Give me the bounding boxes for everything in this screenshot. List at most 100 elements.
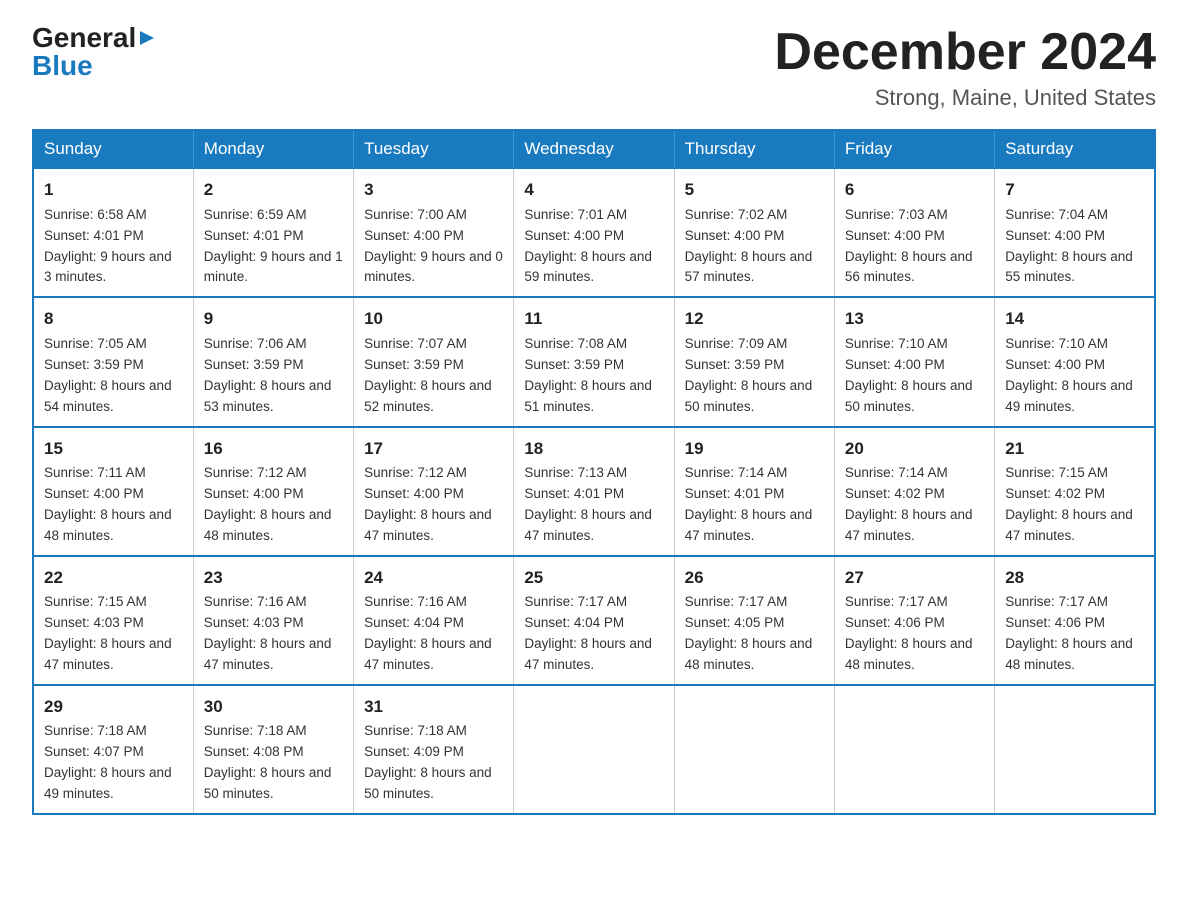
empty-cell: [674, 685, 834, 814]
day-info: Sunrise: 7:03 AMSunset: 4:00 PMDaylight:…: [845, 205, 984, 289]
day-info: Sunrise: 7:16 AMSunset: 4:04 PMDaylight:…: [364, 592, 503, 676]
calendar-week-row: 15Sunrise: 7:11 AMSunset: 4:00 PMDayligh…: [33, 427, 1155, 556]
day-number: 31: [364, 694, 503, 720]
calendar-day-cell: 30Sunrise: 7:18 AMSunset: 4:08 PMDayligh…: [193, 685, 353, 814]
page-header: General Blue December 2024 Strong, Maine…: [32, 24, 1156, 111]
weekday-header-wednesday: Wednesday: [514, 130, 674, 168]
logo-blue-text: Blue: [32, 52, 93, 80]
calendar-day-cell: 17Sunrise: 7:12 AMSunset: 4:00 PMDayligh…: [354, 427, 514, 556]
calendar-day-cell: 18Sunrise: 7:13 AMSunset: 4:01 PMDayligh…: [514, 427, 674, 556]
day-info: Sunrise: 7:18 AMSunset: 4:08 PMDaylight:…: [204, 721, 343, 805]
calendar-day-cell: 8Sunrise: 7:05 AMSunset: 3:59 PMDaylight…: [33, 297, 193, 426]
day-info: Sunrise: 7:13 AMSunset: 4:01 PMDaylight:…: [524, 463, 663, 547]
day-number: 20: [845, 436, 984, 462]
day-number: 3: [364, 177, 503, 203]
day-info: Sunrise: 7:10 AMSunset: 4:00 PMDaylight:…: [845, 334, 984, 418]
day-info: Sunrise: 6:58 AMSunset: 4:01 PMDaylight:…: [44, 205, 183, 289]
day-number: 30: [204, 694, 343, 720]
title-block: December 2024 Strong, Maine, United Stat…: [774, 24, 1156, 111]
day-number: 12: [685, 306, 824, 332]
empty-cell: [995, 685, 1155, 814]
day-info: Sunrise: 7:14 AMSunset: 4:01 PMDaylight:…: [685, 463, 824, 547]
day-number: 18: [524, 436, 663, 462]
day-number: 21: [1005, 436, 1144, 462]
calendar-day-cell: 14Sunrise: 7:10 AMSunset: 4:00 PMDayligh…: [995, 297, 1155, 426]
day-info: Sunrise: 7:10 AMSunset: 4:00 PMDaylight:…: [1005, 334, 1144, 418]
calendar-day-cell: 4Sunrise: 7:01 AMSunset: 4:00 PMDaylight…: [514, 168, 674, 297]
weekday-header-monday: Monday: [193, 130, 353, 168]
calendar-day-cell: 2Sunrise: 6:59 AMSunset: 4:01 PMDaylight…: [193, 168, 353, 297]
calendar-day-cell: 11Sunrise: 7:08 AMSunset: 3:59 PMDayligh…: [514, 297, 674, 426]
calendar-day-cell: 1Sunrise: 6:58 AMSunset: 4:01 PMDaylight…: [33, 168, 193, 297]
day-info: Sunrise: 7:16 AMSunset: 4:03 PMDaylight:…: [204, 592, 343, 676]
day-info: Sunrise: 7:12 AMSunset: 4:00 PMDaylight:…: [364, 463, 503, 547]
day-info: Sunrise: 7:17 AMSunset: 4:04 PMDaylight:…: [524, 592, 663, 676]
calendar-day-cell: 29Sunrise: 7:18 AMSunset: 4:07 PMDayligh…: [33, 685, 193, 814]
day-number: 2: [204, 177, 343, 203]
day-number: 10: [364, 306, 503, 332]
empty-cell: [514, 685, 674, 814]
day-number: 1: [44, 177, 183, 203]
calendar-day-cell: 25Sunrise: 7:17 AMSunset: 4:04 PMDayligh…: [514, 556, 674, 685]
calendar-day-cell: 22Sunrise: 7:15 AMSunset: 4:03 PMDayligh…: [33, 556, 193, 685]
day-number: 8: [44, 306, 183, 332]
calendar-day-cell: 19Sunrise: 7:14 AMSunset: 4:01 PMDayligh…: [674, 427, 834, 556]
day-number: 23: [204, 565, 343, 591]
day-number: 17: [364, 436, 503, 462]
calendar-day-cell: 21Sunrise: 7:15 AMSunset: 4:02 PMDayligh…: [995, 427, 1155, 556]
day-info: Sunrise: 7:00 AMSunset: 4:00 PMDaylight:…: [364, 205, 503, 289]
calendar-day-cell: 13Sunrise: 7:10 AMSunset: 4:00 PMDayligh…: [834, 297, 994, 426]
empty-cell: [834, 685, 994, 814]
day-info: Sunrise: 7:15 AMSunset: 4:03 PMDaylight:…: [44, 592, 183, 676]
day-info: Sunrise: 7:15 AMSunset: 4:02 PMDaylight:…: [1005, 463, 1144, 547]
calendar-day-cell: 3Sunrise: 7:00 AMSunset: 4:00 PMDaylight…: [354, 168, 514, 297]
day-info: Sunrise: 7:07 AMSunset: 3:59 PMDaylight:…: [364, 334, 503, 418]
weekday-header-friday: Friday: [834, 130, 994, 168]
day-number: 4: [524, 177, 663, 203]
calendar-day-cell: 31Sunrise: 7:18 AMSunset: 4:09 PMDayligh…: [354, 685, 514, 814]
calendar-day-cell: 24Sunrise: 7:16 AMSunset: 4:04 PMDayligh…: [354, 556, 514, 685]
day-number: 28: [1005, 565, 1144, 591]
calendar-day-cell: 27Sunrise: 7:17 AMSunset: 4:06 PMDayligh…: [834, 556, 994, 685]
calendar-week-row: 1Sunrise: 6:58 AMSunset: 4:01 PMDaylight…: [33, 168, 1155, 297]
day-number: 15: [44, 436, 183, 462]
day-info: Sunrise: 7:17 AMSunset: 4:06 PMDaylight:…: [1005, 592, 1144, 676]
day-info: Sunrise: 7:09 AMSunset: 3:59 PMDaylight:…: [685, 334, 824, 418]
calendar-week-row: 29Sunrise: 7:18 AMSunset: 4:07 PMDayligh…: [33, 685, 1155, 814]
day-info: Sunrise: 7:05 AMSunset: 3:59 PMDaylight:…: [44, 334, 183, 418]
day-number: 9: [204, 306, 343, 332]
day-info: Sunrise: 7:02 AMSunset: 4:00 PMDaylight:…: [685, 205, 824, 289]
day-number: 24: [364, 565, 503, 591]
calendar-week-row: 22Sunrise: 7:15 AMSunset: 4:03 PMDayligh…: [33, 556, 1155, 685]
logo: General Blue: [32, 24, 158, 80]
calendar-day-cell: 5Sunrise: 7:02 AMSunset: 4:00 PMDaylight…: [674, 168, 834, 297]
day-number: 27: [845, 565, 984, 591]
day-number: 19: [685, 436, 824, 462]
weekday-header-tuesday: Tuesday: [354, 130, 514, 168]
calendar-day-cell: 26Sunrise: 7:17 AMSunset: 4:05 PMDayligh…: [674, 556, 834, 685]
logo-arrow-icon: [136, 27, 158, 49]
day-info: Sunrise: 7:01 AMSunset: 4:00 PMDaylight:…: [524, 205, 663, 289]
day-info: Sunrise: 7:14 AMSunset: 4:02 PMDaylight:…: [845, 463, 984, 547]
calendar-week-row: 8Sunrise: 7:05 AMSunset: 3:59 PMDaylight…: [33, 297, 1155, 426]
day-info: Sunrise: 7:06 AMSunset: 3:59 PMDaylight:…: [204, 334, 343, 418]
weekday-header-row: SundayMondayTuesdayWednesdayThursdayFrid…: [33, 130, 1155, 168]
calendar-day-cell: 12Sunrise: 7:09 AMSunset: 3:59 PMDayligh…: [674, 297, 834, 426]
calendar-table: SundayMondayTuesdayWednesdayThursdayFrid…: [32, 129, 1156, 815]
logo-general-text: General: [32, 24, 136, 52]
calendar-day-cell: 7Sunrise: 7:04 AMSunset: 4:00 PMDaylight…: [995, 168, 1155, 297]
day-number: 7: [1005, 177, 1144, 203]
day-info: Sunrise: 7:08 AMSunset: 3:59 PMDaylight:…: [524, 334, 663, 418]
day-number: 13: [845, 306, 984, 332]
weekday-header-thursday: Thursday: [674, 130, 834, 168]
calendar-day-cell: 15Sunrise: 7:11 AMSunset: 4:00 PMDayligh…: [33, 427, 193, 556]
day-info: Sunrise: 7:17 AMSunset: 4:06 PMDaylight:…: [845, 592, 984, 676]
weekday-header-saturday: Saturday: [995, 130, 1155, 168]
calendar-day-cell: 20Sunrise: 7:14 AMSunset: 4:02 PMDayligh…: [834, 427, 994, 556]
day-info: Sunrise: 6:59 AMSunset: 4:01 PMDaylight:…: [204, 205, 343, 289]
day-number: 14: [1005, 306, 1144, 332]
day-info: Sunrise: 7:11 AMSunset: 4:00 PMDaylight:…: [44, 463, 183, 547]
day-info: Sunrise: 7:17 AMSunset: 4:05 PMDaylight:…: [685, 592, 824, 676]
day-info: Sunrise: 7:04 AMSunset: 4:00 PMDaylight:…: [1005, 205, 1144, 289]
day-info: Sunrise: 7:18 AMSunset: 4:07 PMDaylight:…: [44, 721, 183, 805]
